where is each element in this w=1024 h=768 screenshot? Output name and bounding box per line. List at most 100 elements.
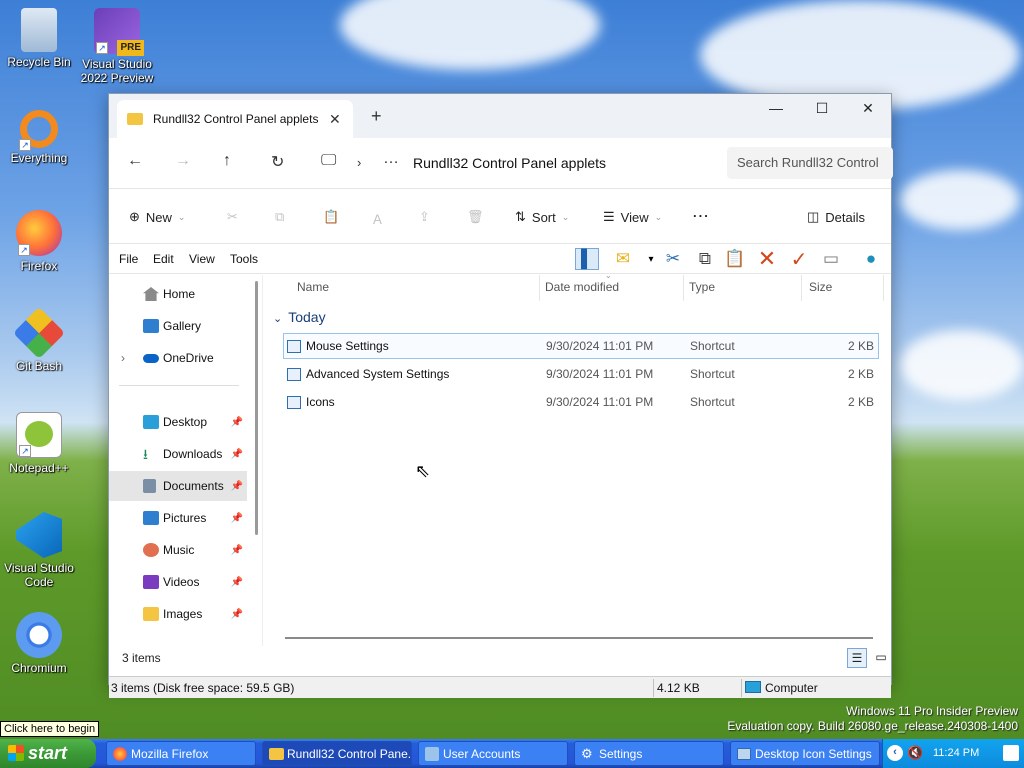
pin-icon[interactable]: 📌 (231, 609, 243, 620)
sort-button[interactable]: ⇅ Sort ⌄ (515, 209, 569, 225)
file-size: 2 KB (847, 339, 874, 353)
share-button[interactable]: ⇪ (419, 209, 430, 225)
notification-icon[interactable] (1003, 745, 1019, 761)
taskbar-button-firefox[interactable]: Mozilla Firefox (106, 741, 256, 766)
refresh-button[interactable]: ↻ (271, 152, 284, 172)
pin-icon[interactable]: 📌 (231, 449, 243, 460)
column-separator[interactable] (539, 275, 540, 301)
cut-icon[interactable]: ✂ (661, 248, 685, 270)
new-tab-button[interactable]: + (371, 106, 382, 127)
more-options-button[interactable]: ... (693, 205, 710, 220)
taskbar-button-desktop-icon-settings[interactable]: Desktop Icon Settings (730, 741, 880, 766)
menu-view[interactable]: View (189, 252, 215, 266)
sidebar-item-home[interactable]: Home (109, 279, 247, 309)
column-separator[interactable] (801, 275, 802, 301)
sidebar-item-onedrive[interactable]: › OneDrive (109, 343, 247, 373)
copy-button[interactable]: ⧉ (275, 209, 284, 225)
file-list: Name Date modified ⌄ Type Size ⌄ Today Mo… (263, 271, 891, 646)
pin-icon[interactable]: 📌 (231, 577, 243, 588)
details-button[interactable]: ◫ Details (807, 209, 865, 225)
maximize-button[interactable]: ☐ (799, 100, 845, 117)
new-button[interactable]: ⊕ New ⌄ (129, 209, 185, 225)
sidebar-item-images[interactable]: Images 📌 (109, 599, 247, 629)
back-button[interactable]: ← (127, 152, 143, 170)
volume-muted-icon[interactable]: 🔇 (907, 745, 923, 761)
vscode-icon (16, 512, 62, 558)
sidebar-item-videos[interactable]: Videos 📌 (109, 567, 247, 597)
taskbar-button-user-accounts[interactable]: User Accounts (418, 741, 568, 766)
close-window-button[interactable]: ✕ (845, 100, 891, 117)
file-type: Shortcut (690, 395, 735, 409)
navigation-pane-icon[interactable]: ▌ (575, 248, 599, 270)
desktop-icon-chromium[interactable]: Chromium (2, 612, 76, 675)
desktop-icon-notepad-plus-plus[interactable]: ↗ Notepad++ (2, 412, 76, 475)
tray-expand-icon[interactable]: ‹ (887, 745, 903, 761)
desktop-icon-firefox[interactable]: ↗ Firefox (2, 210, 76, 273)
delete-x-icon[interactable]: ✕ (755, 246, 779, 271)
column-separator[interactable] (883, 275, 884, 301)
start-button[interactable]: start (0, 739, 96, 768)
desktop-icon-everything[interactable]: ↗ Everything (2, 110, 76, 165)
chevron-right-icon[interactable]: › (357, 155, 361, 170)
cut-button[interactable]: ✂ (227, 209, 238, 225)
monitor-icon[interactable]: 🖵 (321, 152, 336, 170)
horizontal-scrollbar[interactable] (285, 637, 873, 639)
table-row[interactable]: Mouse Settings 9/30/2024 11:01 PM Shortc… (283, 333, 879, 359)
sidebar-item-downloads[interactable]: ⭳ Downloads 📌 (109, 439, 247, 469)
clock[interactable]: 11:24 PM (933, 747, 979, 759)
column-header-size[interactable]: Size (809, 280, 832, 294)
column-header-type[interactable]: Type (689, 280, 715, 294)
ellipsis-breadcrumb-icon[interactable]: … (383, 150, 399, 168)
column-header-date[interactable]: Date modified (545, 280, 619, 294)
desktop-icon-vscode[interactable]: Visual Studio Code (2, 512, 76, 589)
dropdown-arrow-icon[interactable]: ▾ (639, 248, 663, 270)
up-button[interactable]: ↑ (223, 152, 231, 170)
delete-button[interactable]: 🗑 (467, 209, 484, 225)
details-view-toggle[interactable]: ☰ (847, 648, 867, 668)
table-row[interactable]: Icons 9/30/2024 11:01 PM Shortcut 2 KB (283, 389, 879, 415)
menu-tools[interactable]: Tools (230, 252, 258, 266)
pin-icon[interactable]: 📌 (231, 545, 243, 556)
navigation-pane: Home Gallery › OneDrive Desktop 📌 ⭳ Down… (109, 275, 263, 646)
pin-icon[interactable]: 📌 (231, 417, 243, 428)
folder-check-icon[interactable]: ✉ (611, 248, 635, 270)
desktop-icon-visual-studio[interactable]: PRE ↗ Visual Studio 2022 Preview (80, 8, 154, 85)
chevron-right-icon[interactable]: › (121, 351, 125, 365)
taskbar-button-explorer[interactable]: Rundll32 Control Pane... (262, 741, 412, 766)
paste-icon[interactable]: 📋 (723, 248, 747, 270)
taskbar-button-settings[interactable]: ⚙ Settings (574, 741, 724, 766)
sidebar-item-gallery[interactable]: Gallery (109, 311, 247, 341)
rename-field-icon[interactable]: ▭ (819, 248, 843, 270)
sidebar-scrollbar[interactable] (255, 281, 258, 535)
forward-button[interactable]: → (175, 152, 191, 170)
minimize-button[interactable]: — (753, 100, 799, 116)
globe-icon[interactable]: ● (859, 248, 883, 270)
sidebar-item-pictures[interactable]: Pictures 📌 (109, 503, 247, 533)
menu-edit[interactable]: Edit (153, 252, 174, 266)
column-header-name[interactable]: Name (297, 280, 329, 294)
tiles-view-toggle[interactable]: ▭ (871, 648, 891, 668)
firefox-icon (113, 746, 127, 761)
table-row[interactable]: Advanced System Settings 9/30/2024 11:01… (283, 361, 879, 387)
column-separator[interactable] (683, 275, 684, 301)
tab-rundll32[interactable]: Rundll32 Control Panel applets ✕ (117, 100, 353, 138)
breadcrumb[interactable]: Rundll32 Control Panel applets (413, 155, 606, 171)
copy-icon[interactable]: ⧉ (693, 248, 717, 270)
checkmark-icon[interactable]: ✓ (787, 248, 811, 271)
desktop-icon-label: Chromium (11, 661, 67, 675)
rename-button[interactable]: Ａ (371, 209, 384, 228)
pin-icon[interactable]: 📌 (231, 513, 243, 524)
search-input[interactable]: Search Rundll32 Control (727, 147, 893, 179)
pin-icon[interactable]: 📌 (231, 481, 243, 492)
view-button[interactable]: ☰ View ⌄ (603, 209, 662, 225)
sidebar-item-music[interactable]: Music 📌 (109, 535, 247, 565)
desktop-icon-label: Everything (10, 151, 68, 165)
menu-file[interactable]: File (119, 252, 138, 266)
sidebar-item-desktop[interactable]: Desktop 📌 (109, 407, 247, 437)
desktop-icon-recycle-bin[interactable]: Recycle Bin (2, 8, 76, 69)
group-header[interactable]: ⌄ Today (273, 309, 326, 325)
desktop-icon-git-bash[interactable]: Git Bash (2, 306, 76, 373)
paste-button[interactable]: 📋 (323, 209, 339, 225)
sidebar-item-documents[interactable]: Documents 📌 (109, 471, 247, 501)
close-tab-icon[interactable]: ✕ (329, 111, 341, 128)
